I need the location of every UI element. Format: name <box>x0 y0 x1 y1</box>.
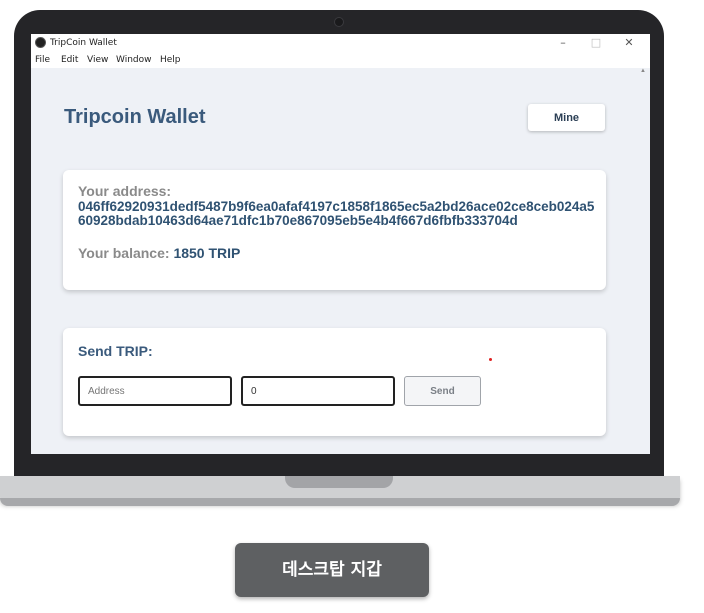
send-card: Send TRIP: Send <box>63 328 606 436</box>
balance-label: Your balance: <box>78 245 170 261</box>
balance-line: Your balance: 1850 TRIP <box>78 245 240 261</box>
app-logo-icon <box>35 37 46 48</box>
address-label: Your address: <box>78 183 172 199</box>
minimize-icon[interactable]: – <box>551 35 575 51</box>
amount-input[interactable] <box>241 376 395 406</box>
menu-bar: File Edit View Window Help <box>31 52 650 68</box>
caption-label: 데스크탑 지갑 <box>235 543 429 597</box>
menu-view[interactable]: View <box>87 55 108 65</box>
close-icon[interactable]: ✕ <box>617 35 641 51</box>
window-title: TripCoin Wallet <box>50 38 117 48</box>
send-title: Send TRIP: <box>78 343 153 359</box>
menu-edit[interactable]: Edit <box>61 55 78 65</box>
cursor-dot <box>489 358 492 361</box>
mine-button[interactable]: Mine <box>528 104 605 131</box>
title-bar: TripCoin Wallet – □ ✕ <box>31 34 650 52</box>
camera-icon <box>334 17 344 27</box>
scroll-up-icon[interactable]: ▲ <box>640 68 646 74</box>
app-window: TripCoin Wallet – □ ✕ File Edit View Win… <box>31 34 650 454</box>
menu-window[interactable]: Window <box>116 55 152 65</box>
address-value: 046ff62920931dedf5487b9f6ea0afaf4197c185… <box>78 199 595 228</box>
address-card: Your address: 046ff62920931dedf5487b9f6e… <box>63 170 606 290</box>
laptop-base-edge <box>0 498 680 506</box>
balance-value: 1850 TRIP <box>173 245 241 261</box>
send-button[interactable]: Send <box>404 376 481 406</box>
laptop-hinge <box>285 476 393 488</box>
menu-file[interactable]: File <box>35 55 50 65</box>
page-title: Tripcoin Wallet <box>64 106 206 128</box>
menu-help[interactable]: Help <box>160 55 181 65</box>
address-input[interactable] <box>78 376 232 406</box>
maximize-icon[interactable]: □ <box>584 35 608 51</box>
